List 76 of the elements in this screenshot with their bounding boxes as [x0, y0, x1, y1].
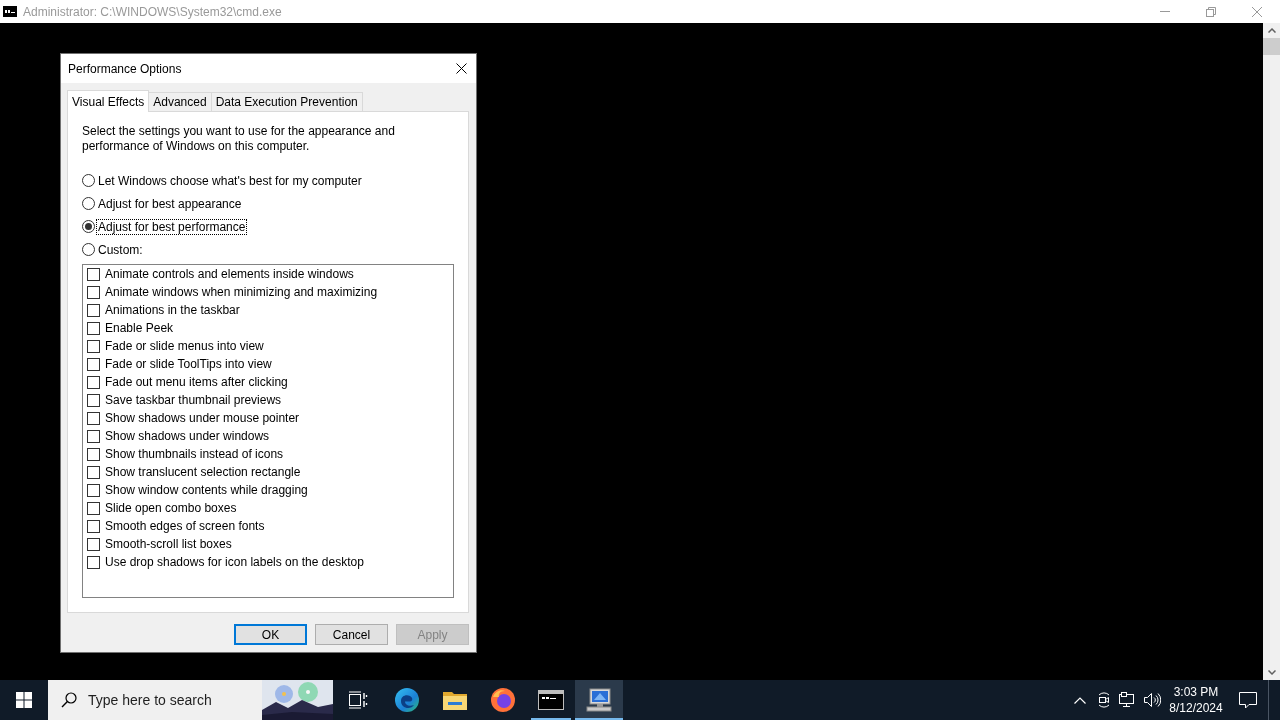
- description-text: Select the settings you want to use for the appearance and performance of Windows on this computer.: [82, 124, 396, 154]
- checkbox[interactable]: [87, 321, 100, 335]
- checkbox-label[interactable]: Show shadows under mouse pointer: [105, 411, 300, 425]
- checkbox[interactable]: [87, 555, 100, 569]
- checkbox[interactable]: [87, 519, 100, 533]
- notification-icon: [1239, 691, 1257, 709]
- checkbox-label[interactable]: Enable Peek: [105, 321, 174, 335]
- chevron-up-icon: [1074, 696, 1086, 704]
- search-input[interactable]: Type here to search: [88, 691, 220, 709]
- radio-label[interactable]: Adjust for best performance: [97, 219, 247, 234]
- dialog-title: Performance Options: [68, 61, 182, 76]
- checkbox-label[interactable]: Show thumbnails instead of icons: [105, 447, 284, 461]
- checkbox-label[interactable]: Smooth-scroll list boxes: [105, 537, 232, 551]
- checkbox-label[interactable]: Slide open combo boxes: [105, 501, 237, 515]
- checkbox[interactable]: [87, 357, 100, 371]
- checkbox-label[interactable]: Fade or slide ToolTips into view: [105, 357, 272, 371]
- terminal-icon: [3, 6, 17, 17]
- scrollbar-thumb[interactable]: [1263, 38, 1280, 55]
- checkbox[interactable]: [87, 429, 100, 443]
- checkbox[interactable]: [87, 375, 100, 389]
- close-icon: [455, 63, 467, 74]
- window-title: Administrator: C:\WINDOWS\System32\cmd.exe: [23, 4, 282, 19]
- checkbox[interactable]: [87, 537, 100, 551]
- clock-date[interactable]: 8/12/2024: [1169, 700, 1223, 716]
- search-bar[interactable]: Type here to search: [48, 680, 333, 720]
- checkbox-label[interactable]: Show translucent selection rectangle: [105, 465, 301, 479]
- checkbox-label[interactable]: Show shadows under windows: [105, 429, 270, 443]
- checkbox[interactable]: [87, 447, 100, 461]
- video-camera-icon: [1096, 692, 1112, 708]
- checkbox-label[interactable]: Fade or slide menus into view: [105, 339, 264, 353]
- clock-time[interactable]: 3:03 PM: [1173, 684, 1219, 700]
- tab[interactable]: Data Execution Prevention: [210, 92, 363, 111]
- checkbox[interactable]: [87, 267, 100, 281]
- radio-label[interactable]: Let Windows choose what's best for my computer: [97, 173, 363, 188]
- terminal-icon: [538, 690, 564, 710]
- scrollbar[interactable]: [1263, 23, 1280, 680]
- computer-icon: [586, 688, 612, 712]
- checkbox[interactable]: [87, 501, 100, 515]
- checkbox-label[interactable]: Save taskbar thumbnail previews: [105, 393, 282, 407]
- restore-icon: [1206, 6, 1216, 17]
- radio-button[interactable]: [82, 174, 95, 187]
- checkbox[interactable]: [87, 339, 100, 353]
- radio-button[interactable]: [82, 197, 95, 210]
- tab[interactable]: Visual Effects: [67, 90, 150, 112]
- task-view-icon: [348, 691, 368, 709]
- checkbox[interactable]: [87, 465, 100, 479]
- checkbox-label[interactable]: Smooth edges of screen fonts: [105, 519, 265, 533]
- caret-down-icon[interactable]: [1267, 670, 1276, 675]
- search-icon: [61, 692, 77, 708]
- checkbox[interactable]: [87, 303, 100, 317]
- radio-button[interactable]: [82, 220, 95, 233]
- dialog-button[interactable]: Cancel: [315, 624, 388, 645]
- checkbox-label[interactable]: Use drop shadows for icon labels on the desktop: [105, 555, 364, 569]
- radio-button[interactable]: [82, 243, 95, 256]
- checkbox-label[interactable]: Animations in the taskbar: [105, 303, 240, 317]
- checkbox-label[interactable]: Animate windows when minimizing and maximizing: [105, 285, 378, 299]
- taskbar-app-button[interactable]: [575, 680, 623, 720]
- swirl-logo-icon: [395, 688, 419, 712]
- checkbox[interactable]: [87, 411, 100, 425]
- dialog-button[interactable]: OK: [234, 624, 307, 645]
- checkbox[interactable]: [87, 483, 100, 497]
- radio-label[interactable]: Adjust for best appearance: [97, 196, 243, 211]
- checkbox[interactable]: [87, 393, 100, 407]
- minimize-icon: [1160, 11, 1170, 12]
- folder-icon: [443, 690, 467, 710]
- caret-up-icon[interactable]: [1267, 28, 1276, 33]
- speaker-icon: [1143, 692, 1161, 708]
- close-icon: [1252, 6, 1262, 17]
- checkbox[interactable]: [87, 285, 100, 299]
- network-icon: [1119, 692, 1137, 708]
- checkbox-label[interactable]: Show window contents while dragging: [105, 483, 308, 497]
- windows-logo-icon: [16, 692, 32, 708]
- flame-globe-icon: [491, 688, 515, 712]
- radio-label[interactable]: Custom:: [97, 242, 144, 257]
- checkbox-label[interactable]: Animate controls and elements inside windows: [105, 267, 354, 281]
- checkbox-label[interactable]: Fade out menu items after clicking: [105, 375, 288, 389]
